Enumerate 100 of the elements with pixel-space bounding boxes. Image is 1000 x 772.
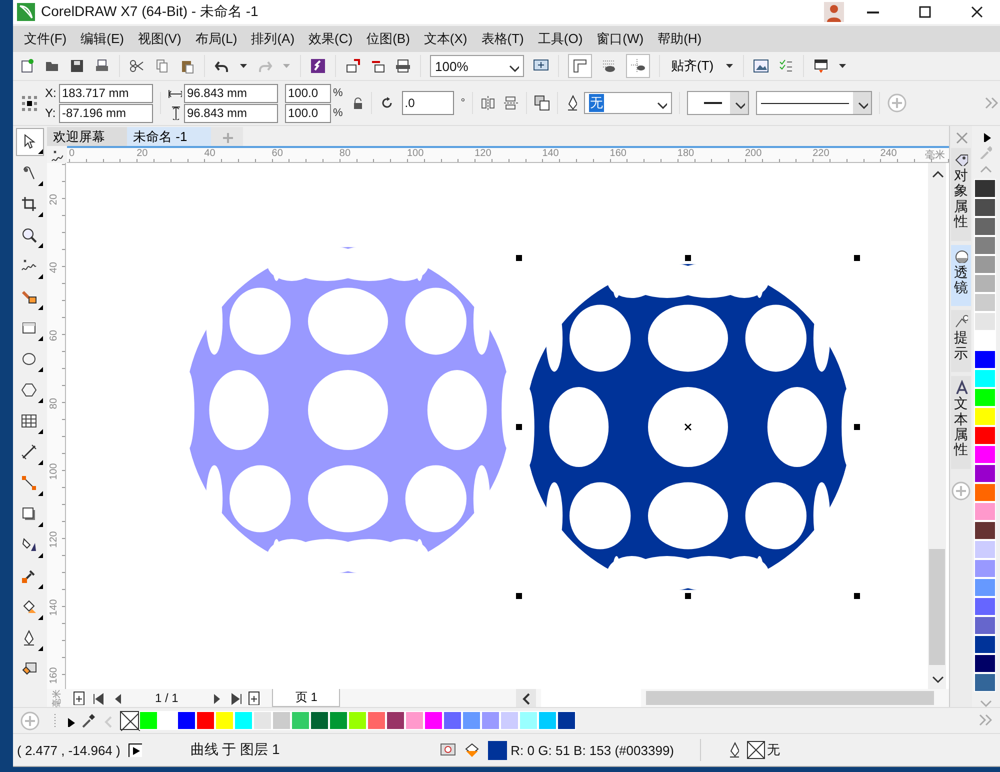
no-color-swatch[interactable] [120,711,139,730]
print-icon[interactable] [94,58,110,74]
color-swatch[interactable] [974,578,996,597]
color-swatch[interactable] [196,711,215,730]
pdf-export-icon[interactable] [395,58,411,74]
color-swatch[interactable] [557,711,576,730]
color-swatch[interactable] [329,711,348,730]
start-arrow-dropdown[interactable] [687,91,750,115]
color-swatch[interactable] [974,445,996,464]
insert-page-after-icon[interactable] [247,691,262,705]
new-document-icon[interactable] [19,58,35,74]
line-style-dropdown[interactable] [756,91,872,115]
color-swatch[interactable] [481,711,500,730]
menu-item[interactable]: 工具(O) [534,26,594,52]
color-swatch[interactable] [974,559,996,578]
export-icon[interactable] [370,58,386,74]
cut-icon[interactable] [129,58,145,74]
color-swatch[interactable] [519,711,538,730]
insert-page-before-icon[interactable] [72,691,86,705]
color-swatch[interactable] [974,635,996,654]
reference-point-icon[interactable] [21,94,38,112]
color-swatch[interactable] [253,711,272,730]
color-swatch[interactable] [974,597,996,616]
color-swatch[interactable] [310,711,329,730]
color-swatch[interactable] [974,388,996,407]
color-swatch[interactable] [139,711,158,730]
color-swatch[interactable] [974,540,996,559]
color-swatch[interactable] [974,255,996,274]
active-tool-button[interactable] [16,128,44,156]
menu-item[interactable]: 帮助(H) [654,26,713,52]
color-swatch[interactable] [215,711,234,730]
color-swatch[interactable] [974,616,996,635]
selection-handle[interactable] [854,255,860,261]
scale-y-field[interactable]: 100.0 [285,104,331,122]
selection-handle[interactable] [854,593,860,599]
guidelines-toggle[interactable] [626,54,650,78]
menu-item[interactable]: 窗口(W) [594,26,655,52]
color-swatch[interactable] [348,711,367,730]
text-wrap-icon[interactable] [534,95,550,111]
selection-handle[interactable] [516,593,522,599]
color-swatch[interactable] [974,426,996,445]
height-field[interactable]: 96.843 mm [184,104,278,122]
first-page-icon[interactable] [91,691,105,705]
color-swatch[interactable] [974,502,996,521]
color-swatch[interactable] [234,711,253,730]
color-swatch[interactable] [974,350,996,369]
selection-handle[interactable] [685,255,691,261]
color-swatch[interactable] [500,711,519,730]
snap-button[interactable]: 贴齐(T) [669,57,716,75]
rotation-field[interactable]: .0 [402,91,454,115]
color-swatch[interactable] [974,312,996,331]
color-swatch[interactable] [974,407,996,426]
color-swatch[interactable] [443,711,462,730]
color-swatch[interactable] [424,711,443,730]
scale-x-field[interactable]: 100.0 [285,84,331,102]
mirror-vertical-icon[interactable] [503,95,520,111]
publish-icon[interactable] [812,58,829,74]
color-swatch[interactable] [538,711,557,730]
selection-handle[interactable] [685,593,691,599]
color-swatch[interactable] [974,483,996,502]
color-swatch[interactable] [974,521,996,540]
y-position-field[interactable]: -87.196 mm [59,104,153,122]
paste-icon[interactable] [179,58,195,74]
menu-item[interactable]: 效果(C) [306,26,364,52]
color-swatch[interactable] [177,711,196,730]
page-tab[interactable]: 页 1 [272,689,340,707]
scrollbar-thumb[interactable] [646,691,934,705]
zoom-field[interactable]: 100% [430,55,524,77]
ruler-origin-icon[interactable] [51,148,63,160]
docker-tab[interactable]: 文本属性 [951,376,971,469]
color-swatch[interactable] [974,274,996,293]
color-swatch[interactable] [158,711,177,730]
launcher-icon[interactable] [310,58,326,74]
selection-handle[interactable] [516,255,522,261]
menu-item[interactable]: 位图(B) [364,26,421,52]
menu-item[interactable]: 编辑(E) [78,26,135,52]
color-swatch[interactable] [974,654,996,673]
application-launcher-icon[interactable] [752,58,769,74]
color-swatch[interactable] [974,369,996,388]
color-swatch[interactable] [974,198,996,217]
docker-tab[interactable]: 提示 [951,310,971,372]
x-position-field[interactable]: 183.717 mm [59,84,153,102]
color-swatch[interactable] [974,236,996,255]
color-swatch[interactable] [974,464,996,483]
copy-icon[interactable] [154,58,170,74]
color-swatch[interactable] [462,711,481,730]
color-swatch[interactable] [974,673,996,692]
color-swatch[interactable] [272,711,291,730]
selection-handle[interactable] [854,424,860,430]
docker-tab[interactable]: 透镜 [951,244,971,306]
width-field[interactable]: 96.843 mm [184,84,278,102]
color-swatch[interactable] [974,331,996,350]
outline-width-field[interactable]: 无 [584,92,672,114]
menu-item[interactable]: 文本(X) [420,26,478,52]
save-icon[interactable] [69,58,85,74]
eyedropper-icon[interactable] [80,712,96,728]
color-swatch[interactable] [974,293,996,312]
rulers-toggle[interactable] [568,54,592,78]
menu-item[interactable]: 布局(L) [192,26,248,52]
color-swatch[interactable] [367,711,386,730]
